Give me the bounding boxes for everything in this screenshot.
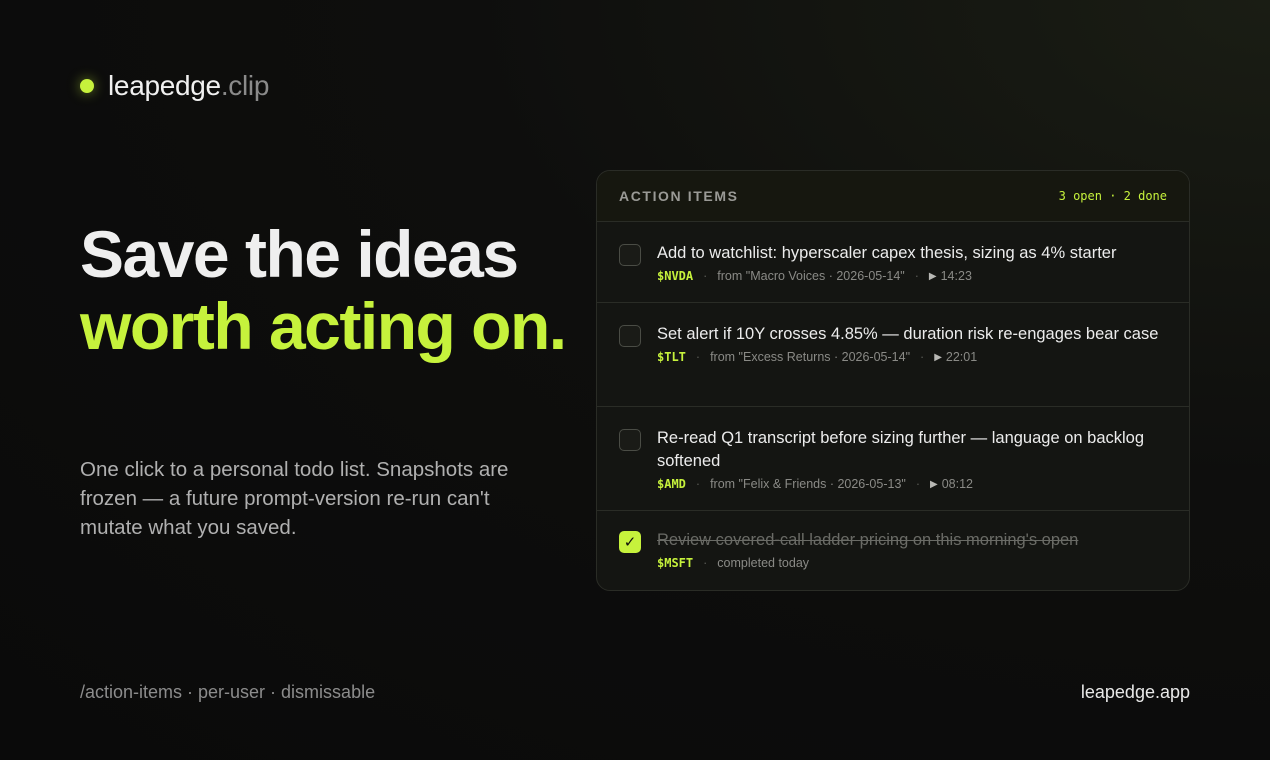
item-meta: $AMD · from "Felix & Friends · 2026-05-1…: [657, 477, 1167, 491]
item-text: Set alert if 10Y crosses 4.85% — duratio…: [657, 325, 1159, 343]
play-icon[interactable]: ▶: [929, 271, 937, 282]
panel-header: ACTION ITEMS 3 open · 2 done: [597, 171, 1189, 222]
item-body: Add to watchlist: hyperscaler capex thes…: [657, 242, 1167, 302]
meta-separator: ·: [695, 350, 701, 364]
item-checkbox[interactable]: [619, 429, 641, 451]
item-meta: $NVDA · from "Macro Voices · 2026-05-14"…: [657, 269, 1167, 283]
footer-site-link[interactable]: leapedge.app: [1081, 682, 1190, 703]
meta-separator: ·: [695, 477, 701, 491]
brand-name: leapedge: [108, 70, 221, 101]
hero-subtitle: One click to a personal todo list. Snaps…: [80, 458, 509, 539]
hero-line-1: Save the ideas: [80, 217, 519, 291]
item-source[interactable]: from "Excess Returns · 2026-05-14": [710, 350, 910, 364]
meta-separator: ·: [915, 477, 921, 491]
item-meta: $TLT · from "Excess Returns · 2026-05-14…: [657, 350, 1167, 364]
action-item: Set alert if 10Y crosses 4.85% — duratio…: [597, 303, 1189, 407]
item-text: Re-read Q1 transcript before sizing furt…: [657, 429, 1145, 470]
panel-counts: 3 open · 2 done: [1058, 189, 1167, 203]
item-body: Set alert if 10Y crosses 4.85% — duratio…: [657, 323, 1167, 406]
item-ticker[interactable]: $AMD: [657, 477, 686, 491]
item-timestamp[interactable]: 14:23: [941, 269, 972, 283]
hero-line-2: worth acting on.: [80, 289, 567, 363]
footer-route-label: /action-items · per-user · dismissable: [80, 682, 376, 702]
play-icon[interactable]: ▶: [930, 479, 938, 490]
item-text: Review covered-call ladder pricing on th…: [657, 531, 1079, 549]
hero-headline: Save the ideas worth acting on.: [80, 218, 570, 362]
action-item-completed: ✓ Review covered-call ladder pricing on …: [597, 511, 1189, 590]
item-status: completed today: [717, 556, 810, 570]
brand-logo: leapedge.clip: [80, 70, 269, 102]
meta-separator: ·: [914, 269, 919, 283]
item-meta: $MSFT · completed today: [657, 556, 1167, 570]
item-checkbox-checked[interactable]: ✓: [619, 531, 641, 553]
item-ticker[interactable]: $MSFT: [657, 556, 693, 570]
item-body: Review covered-call ladder pricing on th…: [657, 529, 1167, 590]
check-icon: ✓: [623, 534, 637, 551]
brand-suffix: .clip: [220, 70, 270, 101]
action-item: Add to watchlist: hyperscaler capex thes…: [597, 222, 1189, 303]
status-dot-icon: [80, 79, 94, 93]
item-text: Add to watchlist: hyperscaler capex thes…: [657, 244, 1117, 262]
panel-title: ACTION ITEMS: [619, 188, 739, 204]
item-ticker[interactable]: $NVDA: [657, 269, 693, 283]
meta-separator: ·: [703, 556, 708, 570]
item-body: Re-read Q1 transcript before sizing furt…: [657, 427, 1167, 510]
item-ticker[interactable]: $TLT: [657, 350, 686, 364]
item-timestamp[interactable]: 08:12: [942, 477, 973, 491]
item-timestamp[interactable]: 22:01: [946, 350, 977, 364]
action-items-panel: ACTION ITEMS 3 open · 2 done Add to watc…: [596, 170, 1190, 591]
action-item: Re-read Q1 transcript before sizing furt…: [597, 407, 1189, 511]
meta-separator: ·: [703, 269, 708, 283]
meta-separator: ·: [920, 350, 925, 364]
play-icon[interactable]: ▶: [934, 352, 942, 363]
item-source[interactable]: from "Macro Voices · 2026-05-14": [717, 269, 904, 283]
brand-wordmark: leapedge.clip: [108, 70, 269, 102]
item-checkbox[interactable]: [619, 244, 641, 266]
item-checkbox[interactable]: [619, 325, 641, 347]
item-source[interactable]: from "Felix & Friends · 2026-05-13": [710, 477, 906, 491]
